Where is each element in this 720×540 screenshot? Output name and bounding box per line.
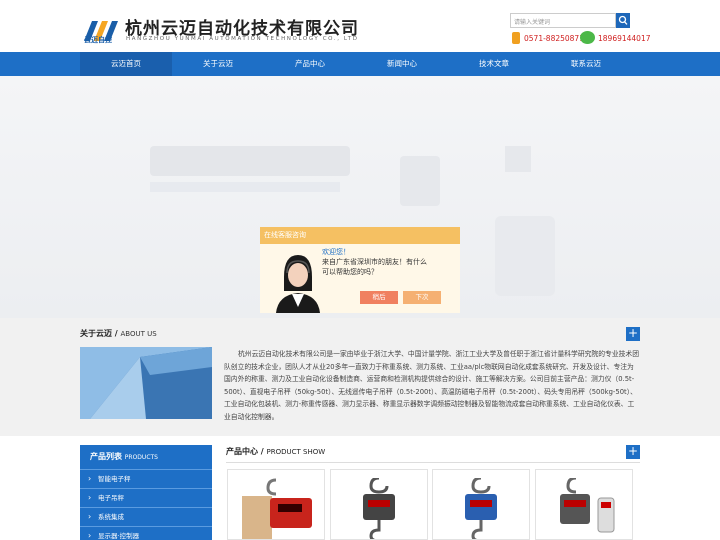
company-name-en: HANGZHOU YUNMAI AUTOMATION TECHNOLOGY CO… bbox=[126, 36, 359, 42]
wechat-icon bbox=[580, 31, 595, 44]
nav-item-contact[interactable]: 联系云迈 bbox=[540, 52, 632, 76]
banner-product-image bbox=[400, 156, 440, 206]
product-card[interactable] bbox=[535, 469, 633, 540]
logo-text: 云迈自控 bbox=[84, 36, 112, 44]
about-section: 关于云迈 / ABOUT US + 杭州云迈自动化技术有限公司是一家由毕业于浙江… bbox=[0, 318, 720, 436]
product-card[interactable] bbox=[330, 469, 428, 540]
main-nav: 云迈首页 关于云迈 产品中心 新闻中心 技术文章 联系云迈 bbox=[0, 52, 720, 76]
chat-later-button[interactable]: 稍后 bbox=[360, 291, 398, 304]
section-title: 产品中心 / PRODUCT SHOW bbox=[226, 446, 325, 457]
banner-product-image bbox=[495, 216, 555, 296]
crane-scale-image bbox=[242, 478, 312, 539]
title-separator: / bbox=[112, 329, 121, 338]
title-separator: / bbox=[258, 447, 267, 456]
site-header: 云迈自控 杭州云迈自动化技术有限公司 HANGZHOU YUNMAI AUTOM… bbox=[0, 0, 720, 52]
divider bbox=[226, 462, 640, 463]
product-show-title-en: PRODUCT SHOW bbox=[266, 448, 326, 456]
search-button[interactable] bbox=[616, 13, 630, 28]
product-show-more-plus-icon[interactable]: + bbox=[626, 445, 640, 459]
sidebar-item-display-controller[interactable]: 显示器·控制器 bbox=[80, 526, 212, 540]
about-title-en: ABOUT US bbox=[120, 330, 157, 338]
nav-item-about[interactable]: 关于云迈 bbox=[172, 52, 264, 76]
chat-next-button[interactable]: 下次 bbox=[403, 291, 441, 304]
chat-line: 可以帮助您的吗？ bbox=[322, 268, 378, 276]
banner-product-image bbox=[505, 146, 531, 172]
nav-item-products[interactable]: 产品中心 bbox=[264, 52, 356, 76]
sidebar-title-en: PRODUCTS bbox=[124, 454, 158, 461]
sidebar-item-crane-scale[interactable]: 电子吊秤 bbox=[80, 488, 212, 507]
chat-title: 在线客服咨询 bbox=[260, 227, 460, 244]
product-show-title-cn: 产品中心 bbox=[226, 447, 258, 456]
sidebar-title: 产品列表 PRODUCTS bbox=[80, 445, 212, 469]
phone-number: 0571-88250871 bbox=[524, 34, 584, 43]
banner-headline-blur bbox=[150, 146, 350, 176]
customer-service-avatar-icon bbox=[270, 247, 325, 313]
about-title-cn: 关于云迈 bbox=[80, 329, 112, 338]
sidebar-title-cn: 产品列表 bbox=[90, 452, 122, 461]
crane-scale-image bbox=[363, 478, 395, 539]
crane-scale-image bbox=[560, 478, 615, 533]
section-title: 关于云迈 / ABOUT US bbox=[80, 328, 157, 339]
nav-item-home[interactable]: 云迈首页 bbox=[80, 52, 172, 76]
product-card[interactable] bbox=[227, 469, 325, 540]
search-icon bbox=[618, 15, 628, 25]
about-description: 杭州云迈自动化技术有限公司是一家由毕业于浙江大学、中国计量学院、浙江工业大学及曾… bbox=[224, 350, 640, 421]
mobile-number: 18969144017 bbox=[598, 34, 651, 43]
banner-subline-blur bbox=[150, 182, 340, 192]
phone-icon bbox=[512, 32, 520, 44]
crane-scale-image bbox=[465, 478, 497, 539]
online-chat-popup[interactable]: 在线客服咨询 欢迎您！ 来自广东省深圳市的朋友！有什么 可以帮助您的吗？ 稍后 … bbox=[260, 227, 460, 313]
sidebar-item-smart-scale[interactable]: 智能电子秤 bbox=[80, 469, 212, 488]
chat-line: 来自广东省深圳市的朋友！有什么 bbox=[322, 258, 427, 266]
about-more-plus-icon[interactable]: + bbox=[626, 327, 640, 341]
building-image bbox=[80, 347, 212, 419]
chat-message: 欢迎您！ 来自广东省深圳市的朋友！有什么 可以帮助您的吗？ bbox=[322, 247, 427, 277]
product-card[interactable] bbox=[432, 469, 530, 540]
chat-greeting: 欢迎您！ bbox=[322, 248, 350, 256]
nav-item-news[interactable]: 新闻中心 bbox=[356, 52, 448, 76]
products-sidebar: 产品列表 PRODUCTS 智能电子秤 电子吊秤 系统集成 显示器·控制器 bbox=[80, 445, 212, 540]
nav-item-articles[interactable]: 技术文章 bbox=[448, 52, 540, 76]
sidebar-item-system-integration[interactable]: 系统集成 bbox=[80, 507, 212, 526]
search-input[interactable]: 请输入关键词 bbox=[510, 13, 616, 28]
